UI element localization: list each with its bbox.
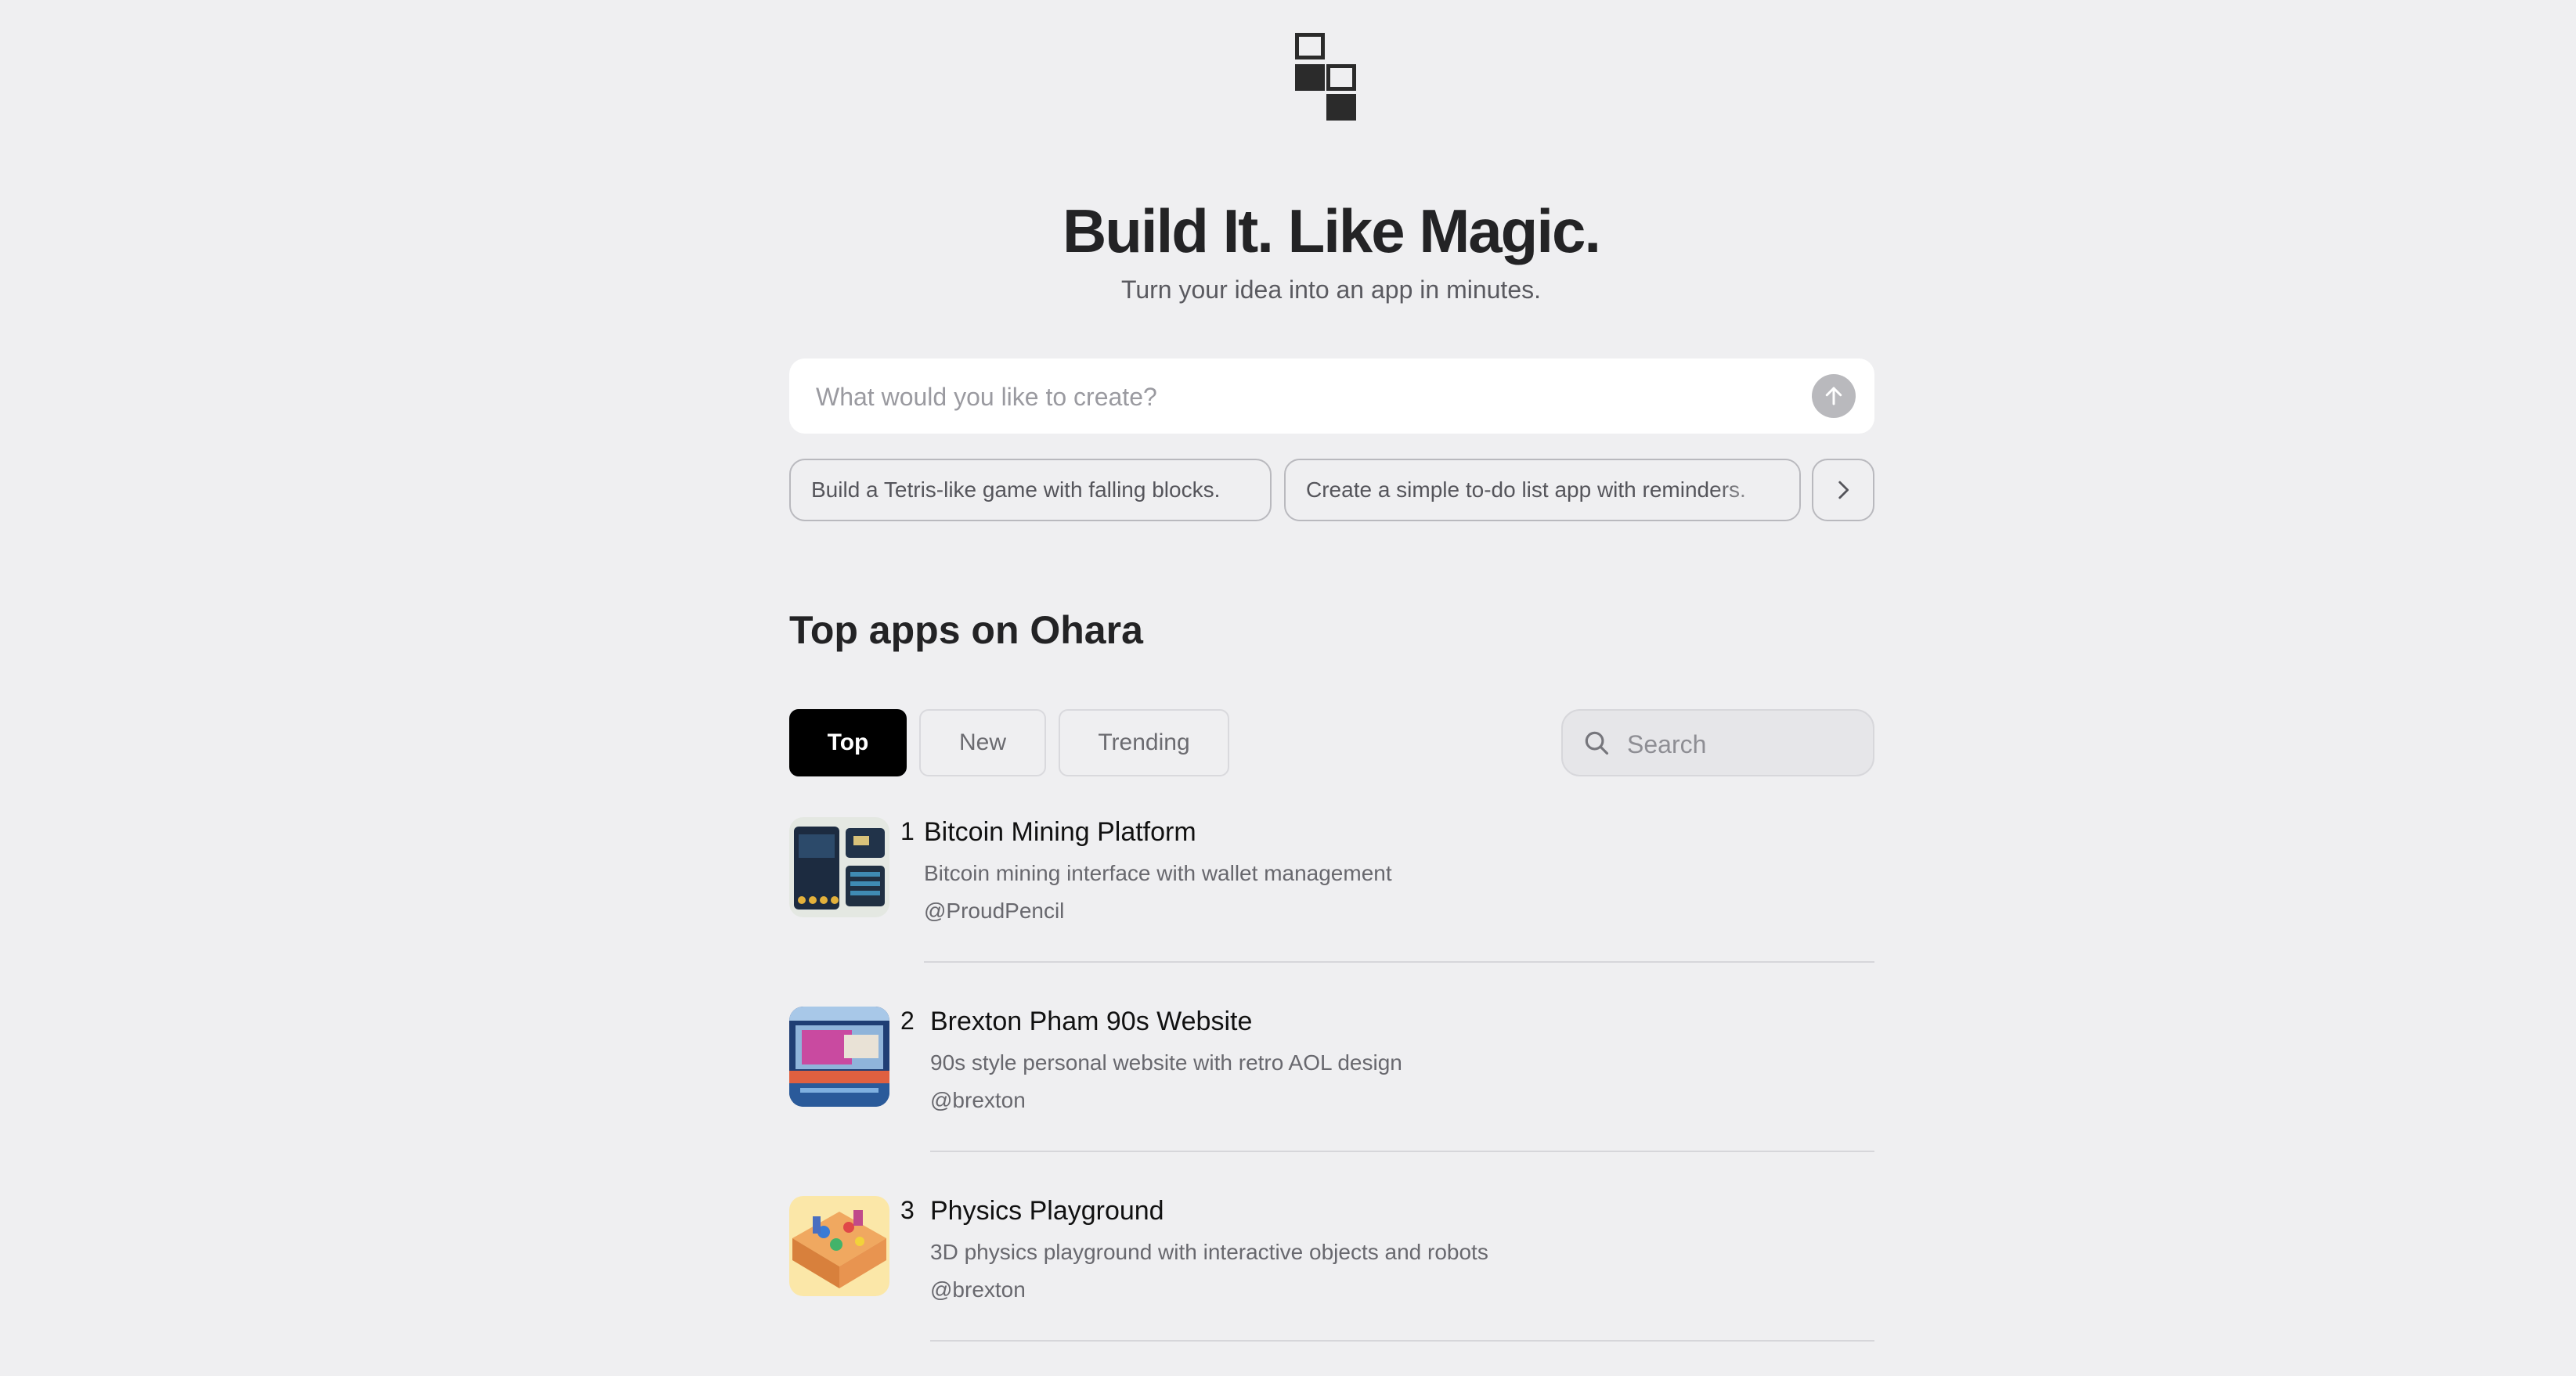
prompt-input[interactable]: [814, 376, 1773, 418]
logo-square-outline: [1295, 33, 1325, 59]
app-list-item[interactable]: 1 Bitcoin Mining Platform Bitcoin mining…: [789, 817, 1874, 997]
app-description: Bitcoin mining interface with wallet man…: [924, 861, 1392, 885]
app-description: 3D physics playground with interactive o…: [930, 1240, 1488, 1264]
app-list-item[interactable]: 3 Physics Playground 3D physics playgrou…: [789, 1196, 1874, 1376]
app-rank: 1: [900, 817, 915, 845]
send-button[interactable]: [1812, 374, 1856, 418]
suggestion-chip-label: Build a Tetris-like game with falling bl…: [811, 477, 1221, 502]
app-title: Physics Playground: [930, 1196, 1164, 1226]
logo-square-filled: [1326, 94, 1356, 121]
suggestion-chip[interactable]: Build a Tetris-like game with falling bl…: [789, 459, 1272, 521]
suggestion-chip-label: Create a simple to-do list app with remi…: [1306, 477, 1746, 502]
hero-subtitle: Turn your idea into an app in minutes.: [1120, 276, 1541, 304]
app-author[interactable]: @brexton: [930, 1088, 1026, 1113]
logo-square-filled: [1295, 64, 1325, 91]
search-icon: [1585, 731, 1609, 755]
app-title: Brexton Pham 90s Website: [930, 1007, 1253, 1036]
tab-trending[interactable]: Trending: [1059, 709, 1229, 776]
app-thumbnail: [789, 1196, 889, 1296]
app-thumbnail-image: [789, 1007, 889, 1107]
app-rank: 3: [900, 1196, 915, 1224]
ohara-logo[interactable]: [1295, 30, 1366, 122]
section-title: Top apps on Ohara: [789, 608, 1143, 652]
prompt-box: [789, 358, 1874, 434]
app-author[interactable]: @brexton: [930, 1277, 1026, 1302]
app-list-item[interactable]: 2 Brexton Pham 90s Website 90s style per…: [789, 1007, 1874, 1187]
hero-title: Build It. Like Magic.: [1062, 196, 1601, 265]
search-box: [1561, 709, 1874, 776]
suggestion-chip[interactable]: Create a simple to-do list app with remi…: [1284, 459, 1801, 521]
suggestions-next-button[interactable]: [1812, 459, 1874, 521]
app-thumbnail: [789, 1007, 889, 1107]
logo-square-outline: [1326, 64, 1356, 91]
app-description: 90s style personal website with retro AO…: [930, 1050, 1402, 1075]
app-title: Bitcoin Mining Platform: [924, 817, 1196, 847]
divider: [930, 1151, 1874, 1152]
search-input[interactable]: [1625, 726, 1863, 762]
app-rank: 2: [900, 1007, 915, 1035]
divider: [924, 961, 1874, 963]
chevron-right-icon: [1838, 481, 1849, 499]
tab-top[interactable]: Top: [789, 709, 907, 776]
app-thumbnail-image: [789, 817, 889, 917]
app-thumbnail: [789, 817, 889, 917]
app-thumbnail-image: [789, 1196, 889, 1296]
app-author[interactable]: @ProudPencil: [924, 899, 1064, 924]
divider: [930, 1340, 1874, 1342]
chip-fade-overlay: [1713, 460, 1799, 520]
arrow-up-icon: [1825, 387, 1842, 405]
tab-new[interactable]: New: [919, 709, 1046, 776]
